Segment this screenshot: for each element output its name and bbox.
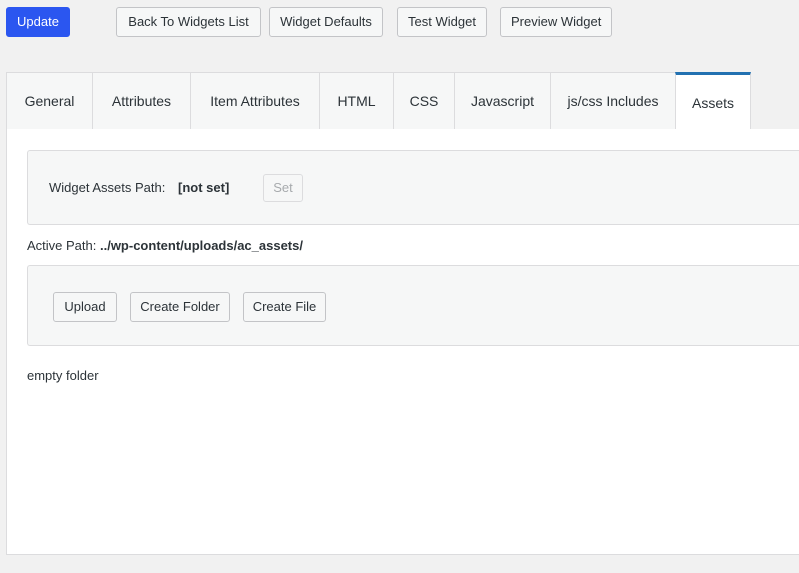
widget-editor-page: Update Back To Widgets List Widget Defau…: [0, 0, 799, 573]
assets-path-label: Widget Assets Path:: [49, 180, 166, 195]
tab-label: Attributes: [111, 93, 172, 109]
create-folder-button[interactable]: Create Folder: [130, 292, 230, 322]
tab-item-attributes[interactable]: Item Attributes: [190, 72, 319, 130]
widget-defaults-button[interactable]: Widget Defaults: [269, 7, 383, 37]
tab-label: Javascript: [470, 93, 535, 109]
tab-label: Assets: [691, 94, 734, 111]
set-path-button[interactable]: Set: [263, 174, 303, 202]
assets-path-value: [not set]: [178, 180, 230, 195]
active-path: Active Path: ../wp-content/uploads/ac_as…: [27, 238, 303, 253]
back-to-widgets-list-button[interactable]: Back To Widgets List: [116, 7, 261, 37]
test-widget-button[interactable]: Test Widget: [397, 7, 487, 37]
tab-general[interactable]: General: [6, 72, 92, 130]
tab-bar: General Attributes Item Attributes HTML …: [6, 72, 799, 130]
tab-assets[interactable]: Assets: [675, 72, 751, 130]
tab-label: CSS: [409, 93, 439, 109]
tab-label: js/css Includes: [567, 93, 659, 109]
toolbar: Update Back To Widgets List Widget Defau…: [6, 7, 799, 37]
upload-button[interactable]: Upload: [53, 292, 117, 322]
active-path-value: ../wp-content/uploads/ac_assets/: [99, 238, 303, 253]
tab-label: General: [24, 93, 75, 109]
create-file-button[interactable]: Create File: [243, 292, 326, 322]
preview-widget-button[interactable]: Preview Widget: [500, 7, 612, 37]
tab-javascript[interactable]: Javascript: [454, 72, 550, 130]
tab-label: HTML: [337, 93, 376, 109]
tab-label: Item Attributes: [210, 93, 300, 109]
update-button[interactable]: Update: [6, 7, 70, 37]
tab-css[interactable]: CSS: [393, 72, 454, 130]
active-path-label: Active Path:: [27, 238, 100, 253]
assets-path-box: Widget Assets Path: [not set] Set: [27, 150, 799, 225]
empty-folder-note: empty folder: [27, 368, 99, 383]
tab-attributes[interactable]: Attributes: [92, 72, 190, 130]
file-actions-box: Upload Create Folder Create File: [27, 265, 799, 346]
assets-panel: Widget Assets Path: [not set] Set Active…: [6, 129, 799, 555]
tab-bar-filler: [751, 72, 799, 130]
tab-js-css-includes[interactable]: js/css Includes: [550, 72, 675, 130]
tab-html[interactable]: HTML: [319, 72, 393, 130]
